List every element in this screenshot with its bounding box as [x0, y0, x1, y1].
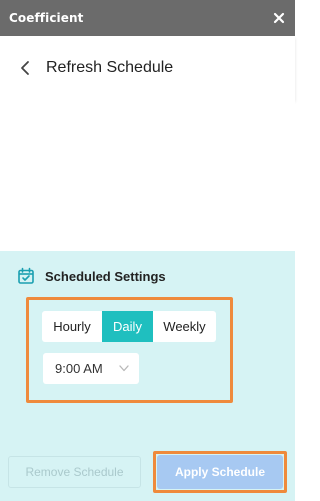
time-value: 9:00 AM — [55, 361, 103, 376]
content-area — [0, 100, 295, 251]
chevron-down-icon — [119, 365, 129, 372]
chevron-left-icon — [21, 61, 29, 75]
page-title: Refresh Schedule — [46, 59, 174, 76]
back-button[interactable] — [11, 54, 39, 82]
apply-schedule-button[interactable]: Apply Schedule — [157, 455, 283, 489]
remove-schedule-button[interactable]: Remove Schedule — [8, 456, 141, 488]
frequency-toggle: Hourly Daily Weekly — [42, 311, 216, 342]
schedule-panel: Scheduled Settings Hourly Daily Weekly 9… — [0, 251, 295, 501]
time-dropdown[interactable]: 9:00 AM — [43, 353, 139, 384]
calendar-check-icon — [17, 267, 35, 285]
close-icon[interactable] — [272, 11, 286, 25]
frequency-daily-option[interactable]: Daily — [102, 311, 153, 342]
frequency-weekly-option[interactable]: Weekly — [153, 311, 216, 342]
frequency-hourly-option[interactable]: Hourly — [42, 311, 102, 342]
app-title: Coefficient — [9, 11, 84, 25]
page-header: Refresh Schedule — [0, 36, 295, 100]
section-title: Scheduled Settings — [45, 268, 166, 284]
section-header: Scheduled Settings — [17, 267, 166, 285]
titlebar: Coefficient — [0, 0, 295, 36]
